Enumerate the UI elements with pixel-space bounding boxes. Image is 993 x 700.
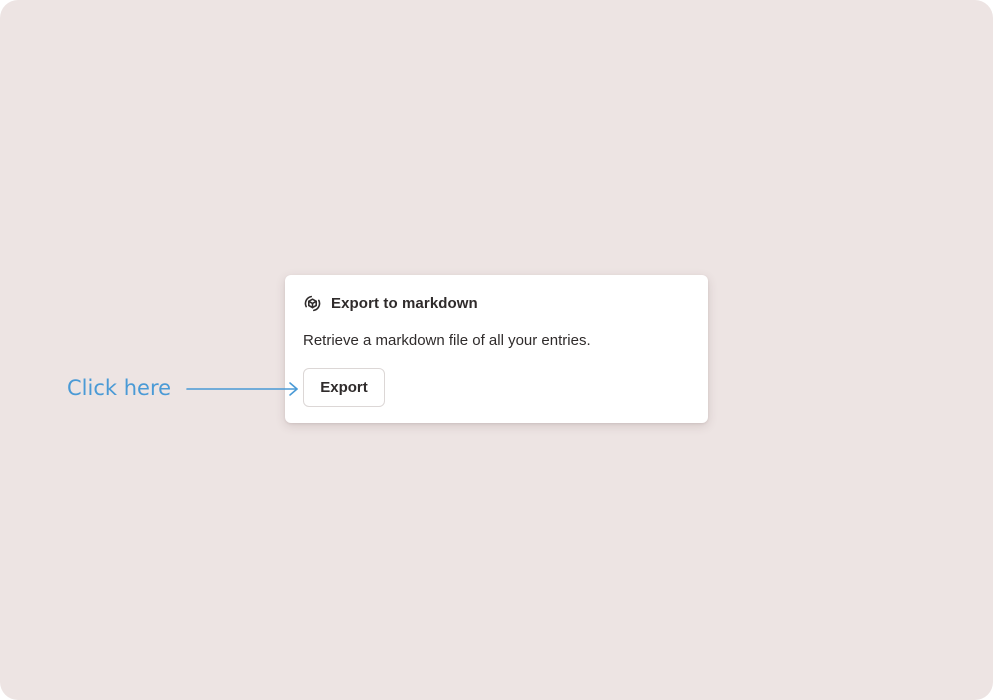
annotation-label: Click here [67,376,172,400]
card-title: Export to markdown [331,294,478,312]
export-button[interactable]: Export [303,368,385,407]
canvas-background: Export to markdown Retrieve a markdown f… [0,0,993,700]
export-card: Export to markdown Retrieve a markdown f… [285,275,708,423]
card-header: Export to markdown [303,293,478,313]
card-description: Retrieve a markdown file of all your ent… [303,332,591,349]
arrow-right-icon [186,381,300,397]
export-cube-icon [303,294,322,313]
